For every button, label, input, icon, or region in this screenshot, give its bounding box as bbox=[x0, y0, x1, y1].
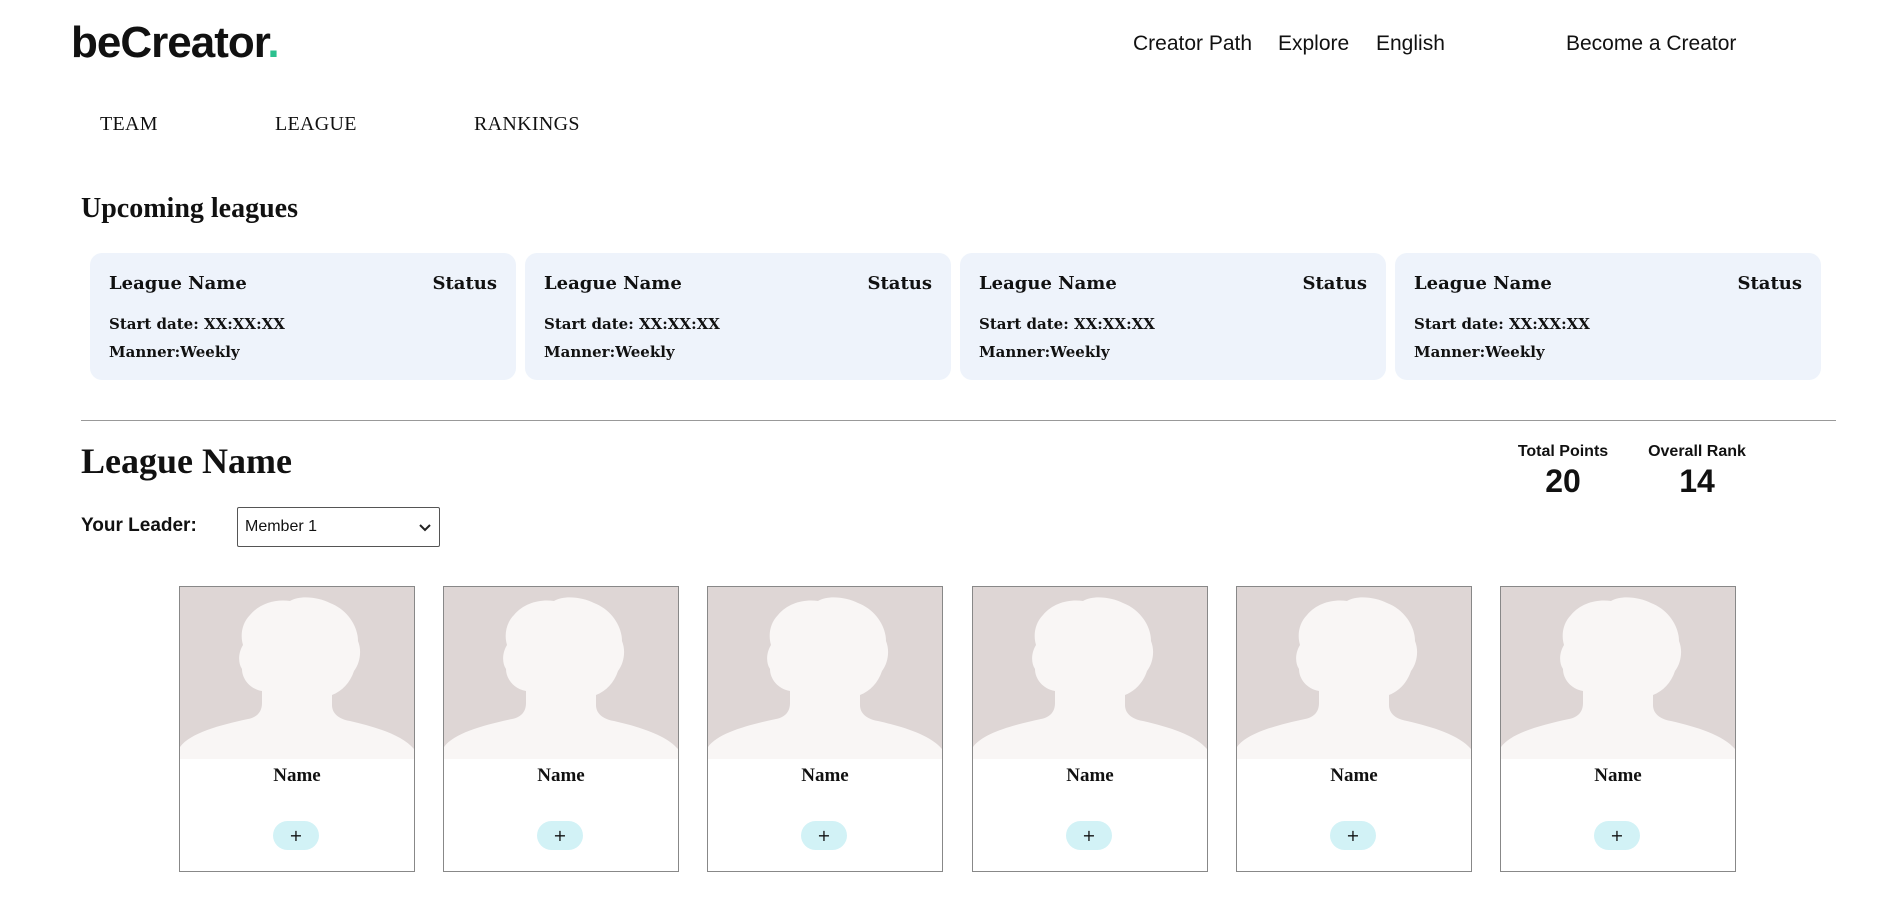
member-name: Name bbox=[537, 765, 585, 786]
nav-become-creator[interactable]: Become a Creator bbox=[1566, 32, 1736, 56]
member-photo bbox=[1237, 587, 1471, 759]
add-member-button[interactable]: + bbox=[801, 821, 847, 850]
league-card[interactable]: League Name Status Start date: XX:XX:XX … bbox=[90, 253, 516, 380]
member-name: Name bbox=[273, 765, 321, 786]
add-member-button[interactable]: + bbox=[1594, 821, 1640, 850]
leader-select[interactable]: Member 1 bbox=[237, 507, 440, 547]
tab-rankings[interactable]: RANKINGS bbox=[474, 113, 580, 136]
member-name: Name bbox=[1594, 765, 1642, 786]
overall-rank-label: Overall Rank bbox=[1648, 443, 1746, 460]
member-name: Name bbox=[1330, 765, 1378, 786]
member-card: Name + bbox=[1500, 586, 1736, 872]
member-photo bbox=[444, 587, 678, 759]
add-member-button[interactable]: + bbox=[1066, 821, 1112, 850]
tab-team[interactable]: TEAM bbox=[100, 113, 158, 136]
person-silhouette-icon bbox=[180, 597, 414, 759]
league-title: League Name bbox=[81, 441, 292, 481]
league-card-start-date: Start date: XX:XX:XX bbox=[109, 315, 285, 333]
member-name: Name bbox=[1066, 765, 1114, 786]
person-silhouette-icon bbox=[444, 597, 678, 759]
overall-rank-value: 14 bbox=[1679, 463, 1715, 499]
member-photo bbox=[973, 587, 1207, 759]
leader-select-value: Member 1 bbox=[245, 518, 318, 535]
tab-league[interactable]: LEAGUE bbox=[275, 113, 357, 136]
league-card[interactable]: League Name Status Start date: XX:XX:XX … bbox=[1395, 253, 1821, 380]
member-card: Name + bbox=[179, 586, 415, 872]
total-points-value: 20 bbox=[1545, 463, 1581, 499]
add-member-button[interactable]: + bbox=[273, 821, 319, 850]
league-card-status: Status bbox=[867, 273, 932, 294]
league-card-manner: Manner:Weekly bbox=[1414, 343, 1545, 361]
section-divider bbox=[81, 420, 1836, 421]
add-member-button[interactable]: + bbox=[537, 821, 583, 850]
person-silhouette-icon bbox=[1237, 597, 1471, 759]
member-photo bbox=[180, 587, 414, 759]
nav-creator-path[interactable]: Creator Path bbox=[1133, 32, 1252, 56]
total-points-label: Total Points bbox=[1517, 443, 1609, 460]
league-card-name: League Name bbox=[1414, 273, 1552, 294]
league-card-name: League Name bbox=[979, 273, 1117, 294]
league-card-name: League Name bbox=[544, 273, 682, 294]
member-name: Name bbox=[801, 765, 849, 786]
league-card-manner: Manner:Weekly bbox=[979, 343, 1110, 361]
person-silhouette-icon bbox=[1501, 597, 1735, 759]
league-card-start-date: Start date: XX:XX:XX bbox=[979, 315, 1155, 333]
member-card: Name + bbox=[1236, 586, 1472, 872]
nav-explore[interactable]: Explore bbox=[1278, 32, 1349, 56]
brand-name: beCreator bbox=[71, 18, 268, 67]
league-card-status: Status bbox=[1737, 273, 1802, 294]
league-card-start-date: Start date: XX:XX:XX bbox=[1414, 315, 1590, 333]
member-card: Name + bbox=[443, 586, 679, 872]
leader-label: Your Leader: bbox=[81, 515, 197, 536]
add-member-button[interactable]: + bbox=[1330, 821, 1376, 850]
brand-dot: . bbox=[267, 18, 279, 67]
league-card[interactable]: League Name Status Start date: XX:XX:XX … bbox=[525, 253, 951, 380]
chevron-down-icon bbox=[419, 524, 431, 532]
nav-language[interactable]: English bbox=[1376, 32, 1445, 56]
person-silhouette-icon bbox=[708, 597, 942, 759]
league-card-status: Status bbox=[1302, 273, 1367, 294]
member-card: Name + bbox=[972, 586, 1208, 872]
brand-logo[interactable]: beCreator. bbox=[71, 18, 280, 68]
upcoming-leagues-title: Upcoming leagues bbox=[81, 193, 298, 224]
person-silhouette-icon bbox=[973, 597, 1207, 759]
league-card-start-date: Start date: XX:XX:XX bbox=[544, 315, 720, 333]
league-card-name: League Name bbox=[109, 273, 247, 294]
member-photo bbox=[708, 587, 942, 759]
league-card-manner: Manner:Weekly bbox=[544, 343, 675, 361]
member-card: Name + bbox=[707, 586, 943, 872]
member-photo bbox=[1501, 587, 1735, 759]
league-card-manner: Manner:Weekly bbox=[109, 343, 240, 361]
league-card[interactable]: League Name Status Start date: XX:XX:XX … bbox=[960, 253, 1386, 380]
league-card-status: Status bbox=[432, 273, 497, 294]
